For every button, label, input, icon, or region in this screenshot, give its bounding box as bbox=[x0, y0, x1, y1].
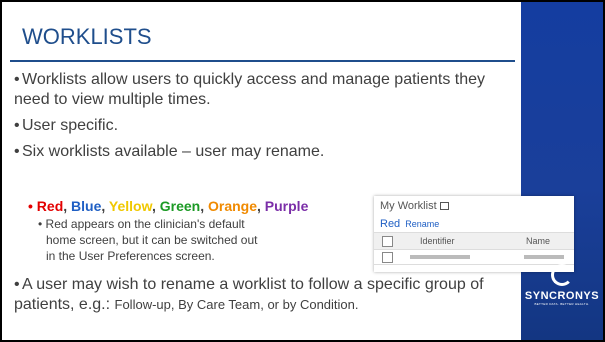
rename-link[interactable]: Rename bbox=[405, 219, 439, 229]
slide-title: WORKLISTS bbox=[22, 24, 152, 49]
color-blue: Blue bbox=[71, 198, 102, 214]
worklist-table-header: Identifier Name bbox=[374, 232, 574, 250]
color-purple: Purple bbox=[264, 198, 309, 214]
worklist-title: My Worklist bbox=[380, 200, 449, 212]
tab-red[interactable]: Red bbox=[380, 218, 400, 230]
bullet-item: • Six worklists available – user may rena… bbox=[14, 143, 325, 160]
column-identifier: Identifier bbox=[420, 236, 455, 246]
bullet-item: • Worklists allow users to quickly access… bbox=[14, 71, 486, 108]
worklist-tabs: Red Rename bbox=[380, 218, 439, 230]
bullet-list: • Worklists allow users to quickly access… bbox=[14, 70, 514, 168]
logo-mark-icon bbox=[551, 264, 573, 286]
color-red: Red bbox=[36, 198, 64, 214]
color-yellow: Yellow bbox=[108, 198, 152, 214]
slide: WORKLISTS • Worklists allow users to quic… bbox=[2, 2, 603, 340]
color-orange: Orange bbox=[208, 198, 258, 214]
bullet-item: • A user may wish to rename a worklist to… bbox=[14, 276, 484, 313]
calendar-icon bbox=[439, 202, 449, 211]
column-name: Name bbox=[526, 236, 551, 246]
title-divider bbox=[10, 60, 515, 62]
blurred-identifier bbox=[410, 255, 470, 259]
color-green: Green bbox=[159, 198, 201, 214]
sub-bullets: • Red, Blue, Yellow, Green, Orange, Purp… bbox=[28, 198, 358, 264]
bullet-item: • User specific. bbox=[14, 117, 119, 134]
worklist-colors: • Red, Blue, Yellow, Green, Orange, Purp… bbox=[28, 198, 309, 214]
syncronys-logo: SYNCRONYS BETTER DATA. BETTER HEALTH. bbox=[521, 264, 603, 306]
blurred-name bbox=[524, 255, 564, 259]
row-checkbox[interactable] bbox=[382, 252, 393, 263]
select-all-checkbox[interactable] bbox=[382, 236, 393, 247]
table-row bbox=[374, 250, 574, 265]
red-default-note: • Red appears on the clinician's default… bbox=[38, 217, 258, 263]
worklist-screenshot: My Worklist Red Rename Identifier Name bbox=[374, 196, 574, 272]
